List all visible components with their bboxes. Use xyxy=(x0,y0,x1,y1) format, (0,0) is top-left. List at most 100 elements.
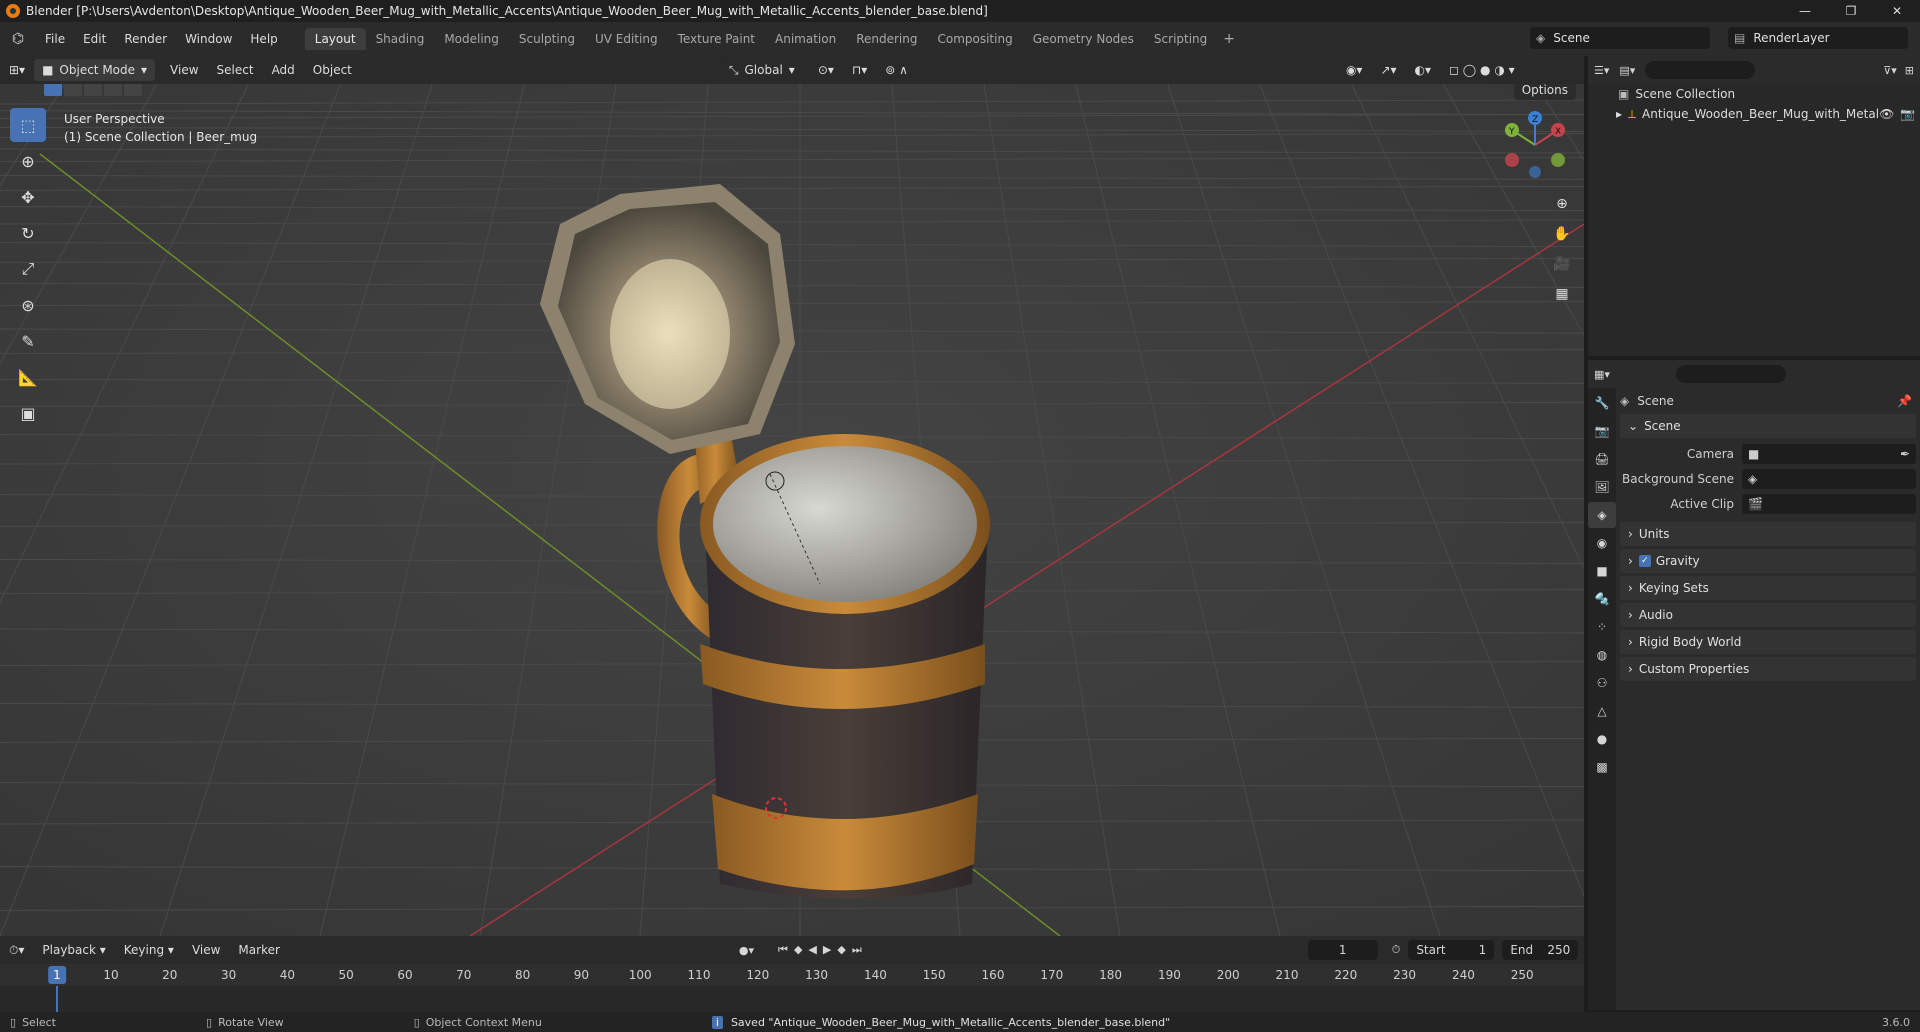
timeline-menu-keying[interactable]: Keying ▾ xyxy=(115,943,183,957)
navigation-gizmo[interactable]: X Y Z xyxy=(1500,110,1570,180)
transform-tool-icon[interactable]: ⊛ xyxy=(10,288,46,322)
proportional-editing-icon[interactable]: ⊚ ∧ xyxy=(876,63,917,77)
add-workspace-button[interactable]: + xyxy=(1217,31,1241,47)
select-subtract-icon[interactable] xyxy=(84,84,102,96)
viewport-menu-view[interactable]: View xyxy=(161,63,207,77)
maximize-button[interactable]: ❐ xyxy=(1828,0,1874,22)
auto-keying-icon[interactable]: ●▾ xyxy=(739,944,754,957)
select-new-icon[interactable] xyxy=(44,84,62,96)
select-box-tool-icon[interactable]: ⬚ xyxy=(10,108,46,142)
start-frame-field[interactable]: Start 1 xyxy=(1408,940,1495,960)
texture-tab-icon[interactable]: ▩ xyxy=(1588,754,1616,780)
panel-units[interactable]: › Units xyxy=(1620,522,1916,546)
snap-icon[interactable]: ⊓▾ xyxy=(843,63,876,77)
viewport-menu-object[interactable]: Object xyxy=(304,63,361,77)
outliner-editor-icon[interactable]: ☰▾ xyxy=(1594,64,1609,77)
play-icon[interactable]: ▶ xyxy=(823,943,837,956)
view-layer-tab-icon[interactable]: 🖼 xyxy=(1588,474,1616,500)
menu-render[interactable]: Render xyxy=(115,22,176,56)
rotate-tool-icon[interactable]: ↻ xyxy=(10,216,46,250)
jump-end-icon[interactable]: ⏭ xyxy=(852,943,868,956)
timeline-menu-view[interactable]: View xyxy=(183,943,229,957)
constraints-tab-icon[interactable]: ⚇ xyxy=(1588,670,1616,696)
tab-layout[interactable]: Layout xyxy=(304,28,366,50)
render-tab-icon[interactable]: 📷 xyxy=(1588,418,1616,444)
tab-geometry-nodes[interactable]: Geometry Nodes xyxy=(1023,28,1144,50)
select-extend-icon[interactable] xyxy=(64,84,82,96)
timeline-editor-icon[interactable]: ⏱▾ xyxy=(0,943,33,958)
3d-viewport[interactable]: User Perspective (1) Scene Collection | … xyxy=(0,84,1584,936)
cursor-tool-icon[interactable]: ⊕ xyxy=(10,144,46,178)
tab-compositing[interactable]: Compositing xyxy=(927,28,1022,50)
select-invert-icon[interactable] xyxy=(104,84,122,96)
blender-menu-icon[interactable]: ⌬ xyxy=(0,22,36,56)
properties-search-field[interactable] xyxy=(1675,365,1786,383)
current-frame-field[interactable]: 1 xyxy=(1307,940,1378,960)
eyedropper-icon[interactable]: ✒ xyxy=(1900,447,1910,461)
menu-window[interactable]: Window xyxy=(176,22,241,56)
overlays-icon[interactable]: ◐▾ xyxy=(1406,63,1441,77)
prev-keyframe-icon[interactable]: ◆ xyxy=(794,943,808,956)
background-scene-field[interactable]: ◈ xyxy=(1742,468,1916,489)
frame-ruler[interactable]: 1 10 20 30 40 50 60 70 80 90 100 110 120 130 140 150 16… xyxy=(0,964,1584,986)
panel-rigid-body-world[interactable]: › Rigid Body World xyxy=(1620,630,1916,654)
world-tab-icon[interactable]: ◉ xyxy=(1588,530,1616,556)
panel-keying-sets[interactable]: › Keying Sets xyxy=(1620,576,1916,600)
timeline-menu-playback[interactable]: Playback ▾ xyxy=(33,943,114,957)
viewport-menu-add[interactable]: Add xyxy=(263,63,304,77)
zoom-icon[interactable]: ⊕ xyxy=(1548,190,1576,218)
viewport-menu-select[interactable]: Select xyxy=(208,63,263,77)
end-frame-field[interactable]: End 250 xyxy=(1502,940,1579,960)
view-layer-selector[interactable]: ▤ RenderLayer xyxy=(1728,27,1908,49)
transform-orientation-selector[interactable]: ⤡ Global ▾ xyxy=(720,59,803,81)
object-tab-icon[interactable]: ■ xyxy=(1588,558,1616,584)
tab-shading[interactable]: Shading xyxy=(366,28,435,50)
display-mode-icon[interactable]: ▤▾ xyxy=(1619,64,1635,77)
add-cube-tool-icon[interactable]: ▣ xyxy=(10,396,46,430)
pan-hand-icon[interactable]: ✋ xyxy=(1548,220,1576,248)
tab-rendering[interactable]: Rendering xyxy=(846,28,927,50)
active-clip-field[interactable]: 🎬 xyxy=(1742,493,1916,514)
expand-arrow-icon[interactable]: ▸ xyxy=(1616,107,1622,121)
tool-tab-icon[interactable]: 🔧 xyxy=(1588,390,1616,416)
outliner-scene-collection[interactable]: ▣ Scene Collection xyxy=(1588,84,1920,104)
outliner-item[interactable]: ▸ ⟂ Antique_Wooden_Beer_Mug_with_Metal 👁… xyxy=(1588,104,1920,124)
scale-tool-icon[interactable]: ⤢ xyxy=(10,252,46,286)
pin-icon[interactable]: 📌 xyxy=(1897,394,1912,408)
gravity-checkbox[interactable]: ✓ xyxy=(1638,555,1651,567)
material-tab-icon[interactable]: ● xyxy=(1588,726,1616,752)
tab-scripting[interactable]: Scripting xyxy=(1144,28,1217,50)
tab-texture-paint[interactable]: Texture Paint xyxy=(668,28,765,50)
menu-edit[interactable]: Edit xyxy=(74,22,115,56)
annotate-tool-icon[interactable]: ✎ xyxy=(10,324,46,358)
camera-view-icon[interactable]: 🎥 xyxy=(1548,250,1576,278)
panel-scene[interactable]: ⌄ Scene xyxy=(1620,414,1916,438)
panel-custom-properties[interactable]: › Custom Properties xyxy=(1620,657,1916,681)
move-tool-icon[interactable]: ✥ xyxy=(10,180,46,214)
jump-start-icon[interactable]: ⏮ xyxy=(778,943,794,956)
minimize-button[interactable]: — xyxy=(1782,0,1828,22)
new-collection-icon[interactable]: ⊞ xyxy=(1905,64,1914,77)
data-tab-icon[interactable]: △ xyxy=(1588,698,1616,724)
tab-uv-editing[interactable]: UV Editing xyxy=(585,28,668,50)
mode-selector[interactable]: ■ Object Mode ▾ xyxy=(34,59,156,81)
options-button[interactable]: Options xyxy=(1513,84,1576,100)
stopwatch-icon[interactable]: ⏱ xyxy=(1392,943,1401,957)
output-tab-icon[interactable]: 🖨 xyxy=(1588,446,1616,472)
gizmo-toggle-icon[interactable]: ↗▾ xyxy=(1371,63,1405,77)
tab-animation[interactable]: Animation xyxy=(765,28,846,50)
properties-editor-icon[interactable]: ▦▾ xyxy=(1594,368,1610,381)
menu-help[interactable]: Help xyxy=(241,22,286,56)
pivot-icon[interactable]: ⊙▾ xyxy=(809,63,843,77)
ortho-grid-icon[interactable]: ▦ xyxy=(1548,280,1576,308)
tab-sculpting[interactable]: Sculpting xyxy=(509,28,585,50)
scene-tab-icon[interactable]: ◈ xyxy=(1588,502,1616,528)
shading-modes-icon[interactable]: ◻ ◯ ● ◑ ▾ xyxy=(1440,63,1524,77)
panel-audio[interactable]: › Audio xyxy=(1620,603,1916,627)
physics-tab-icon[interactable]: ◍ xyxy=(1588,642,1616,668)
close-button[interactable]: ✕ xyxy=(1874,0,1920,22)
next-keyframe-icon[interactable]: ◆ xyxy=(837,943,851,956)
play-reverse-icon[interactable]: ◀ xyxy=(808,943,822,956)
outliner-search-field[interactable] xyxy=(1645,61,1756,79)
particles-tab-icon[interactable]: ⁘ xyxy=(1588,614,1616,640)
